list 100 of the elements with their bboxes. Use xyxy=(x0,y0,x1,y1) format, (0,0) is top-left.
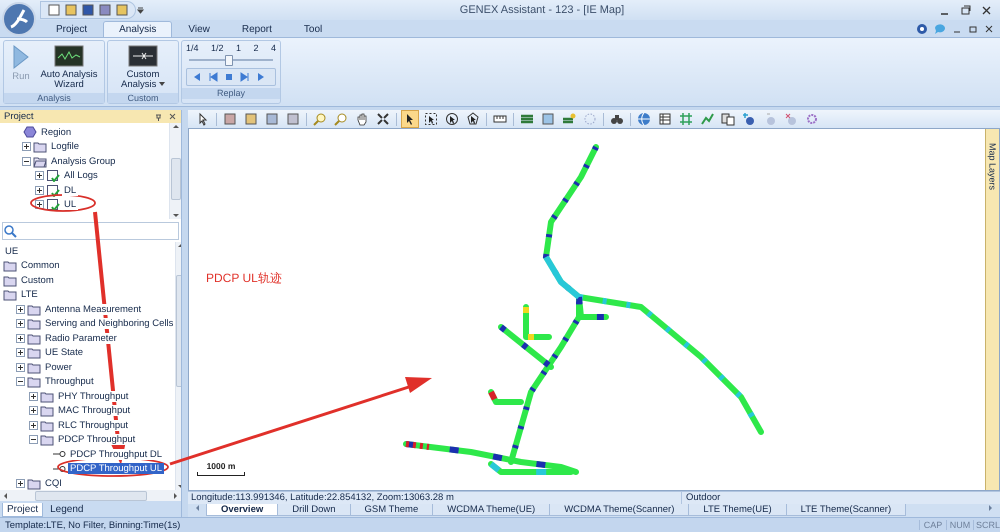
expand-icon[interactable] xyxy=(29,392,38,401)
folder-icon xyxy=(27,317,41,330)
expand-icon[interactable] xyxy=(16,319,25,328)
selection-tool-button[interactable] xyxy=(401,110,419,128)
restore-icon[interactable] xyxy=(960,4,971,16)
tree-item[interactable]: PDCP Throughput xyxy=(56,434,138,446)
tree-item[interactable]: PDCP Throughput UL xyxy=(68,463,164,474)
tree-item[interactable]: CQI xyxy=(43,478,64,489)
collapse-icon[interactable] xyxy=(16,377,25,386)
collapse-icon[interactable] xyxy=(22,156,31,166)
folder-icon xyxy=(27,360,41,374)
scroll-down-icon[interactable] xyxy=(172,212,180,219)
grid-icon[interactable] xyxy=(679,112,693,126)
table-icon[interactable] xyxy=(658,112,672,126)
ribbon-tab[interactable]: Report xyxy=(226,21,288,37)
ribbon-tab[interactable]: Analysis xyxy=(103,21,172,37)
theme-tab[interactable]: LTE Theme(Scanner) xyxy=(786,504,906,516)
theme-tab[interactable]: WCDMA Theme(Scanner) xyxy=(549,504,690,516)
expand-icon[interactable] xyxy=(16,362,25,372)
tree-item[interactable]: MAC Throughput xyxy=(56,405,132,416)
close-icon[interactable] xyxy=(984,24,994,34)
tree-item[interactable]: Antenna Measurement xyxy=(43,304,144,315)
monitor-chart-icon[interactable] xyxy=(54,44,84,68)
selection-tool-button[interactable] xyxy=(443,110,461,128)
slider-thumb[interactable] xyxy=(225,55,234,66)
collapse-icon[interactable] xyxy=(29,435,38,444)
tree-item[interactable]: UE State xyxy=(43,347,86,358)
layers-icon[interactable] xyxy=(520,112,534,126)
search-field[interactable] xyxy=(2,222,179,240)
tree-item[interactable]: Analysis Group xyxy=(49,156,118,167)
globe-icon[interactable] xyxy=(637,112,651,126)
tree-item[interactable]: PDCP Throughput DL xyxy=(68,448,164,460)
folder-icon xyxy=(40,404,54,418)
ribbon-tab[interactable]: Tool xyxy=(288,21,338,37)
close-icon[interactable] xyxy=(981,4,992,16)
app-logo-icon[interactable] xyxy=(1,1,37,37)
scroll-left-icon[interactable] xyxy=(194,504,201,512)
zoom-in-icon[interactable] xyxy=(313,112,327,126)
expand-icon[interactable] xyxy=(16,478,25,488)
restore-icon[interactable] xyxy=(968,24,978,34)
stop-icon[interactable] xyxy=(223,71,235,83)
expand-icon[interactable] xyxy=(22,142,31,152)
ribbon-button[interactable]: Auto Analysis Wizard xyxy=(38,43,100,91)
binoculars-icon[interactable] xyxy=(610,112,624,126)
map-layers-tab[interactable]: Map Layers xyxy=(985,129,999,490)
scroll-left-icon[interactable] xyxy=(2,492,9,500)
theme-tab[interactable]: WCDMA Theme(UE) xyxy=(432,504,550,516)
theme-tab[interactable]: LTE Theme(UE) xyxy=(688,504,787,516)
site-add-icon[interactable] xyxy=(742,112,756,126)
theme-tab[interactable]: Overview xyxy=(206,504,278,516)
expand-icon[interactable] xyxy=(29,420,38,430)
scroll-right-icon[interactable] xyxy=(172,492,179,500)
scroll-right-icon[interactable] xyxy=(987,504,994,512)
theme-tab[interactable]: GSM Theme xyxy=(350,504,434,516)
expand-icon[interactable] xyxy=(16,348,25,358)
full-extent-icon[interactable] xyxy=(376,112,390,126)
tree-item[interactable]: UE xyxy=(3,246,20,257)
tree-item[interactable]: UL xyxy=(62,199,78,210)
monitor-custom-icon[interactable] xyxy=(128,44,158,68)
tree-item[interactable]: PHY Throughput xyxy=(56,390,130,402)
panel-tab[interactable]: Project xyxy=(2,503,44,517)
copy-icon[interactable] xyxy=(721,112,735,126)
gear-icon[interactable] xyxy=(805,112,819,126)
folder-icon xyxy=(27,302,41,316)
layer-add-icon[interactable] xyxy=(562,112,576,126)
tree-item[interactable]: RLC Throughput xyxy=(56,420,130,431)
expand-icon[interactable] xyxy=(35,186,44,195)
tree-item[interactable]: DL xyxy=(62,184,78,196)
skip-back-icon[interactable] xyxy=(207,71,219,83)
zoom-out-icon[interactable] xyxy=(334,112,348,126)
tree-item[interactable]: Power xyxy=(43,362,74,373)
tree-item[interactable]: Logfile xyxy=(49,141,81,152)
site-remove-icon[interactable] xyxy=(784,112,798,126)
route-points-icon[interactable] xyxy=(700,112,714,126)
panel-tab[interactable]: Legend xyxy=(45,502,88,517)
tree-item[interactable]: Custom xyxy=(19,274,56,286)
ribbon-tab[interactable]: View xyxy=(172,21,226,37)
pin-icon[interactable] xyxy=(154,112,163,122)
tree-item[interactable]: Serving and Neighboring Cells xyxy=(43,318,176,330)
tree-item[interactable]: Throughput xyxy=(43,376,96,388)
expand-icon[interactable] xyxy=(35,200,44,210)
ribbon-button[interactable]: Custom Analysis xyxy=(112,43,174,91)
ribbon-tab[interactable]: Project xyxy=(40,21,104,37)
expand-icon[interactable] xyxy=(35,171,44,180)
tree-item[interactable]: Region xyxy=(39,126,74,138)
expand-icon[interactable] xyxy=(16,304,25,314)
close-icon[interactable] xyxy=(168,112,177,122)
dotted-circle-icon[interactable] xyxy=(583,112,597,126)
selection-tool-button[interactable] xyxy=(422,110,440,128)
tree-item[interactable]: Radio Parameter xyxy=(43,332,119,344)
expand-icon[interactable] xyxy=(16,334,25,343)
expand-icon[interactable] xyxy=(29,406,38,416)
tree-item[interactable]: Common xyxy=(19,260,62,272)
pan-hand-icon[interactable] xyxy=(355,112,369,126)
horizontal-scrollbar[interactable] xyxy=(0,490,181,501)
vertical-scrollbar[interactable] xyxy=(169,123,181,219)
skip-forward-icon[interactable] xyxy=(239,71,251,83)
help-icon[interactable] xyxy=(916,23,928,35)
tree-item[interactable]: All Logs xyxy=(62,170,100,182)
theme-tab[interactable]: Drill Down xyxy=(277,504,351,516)
